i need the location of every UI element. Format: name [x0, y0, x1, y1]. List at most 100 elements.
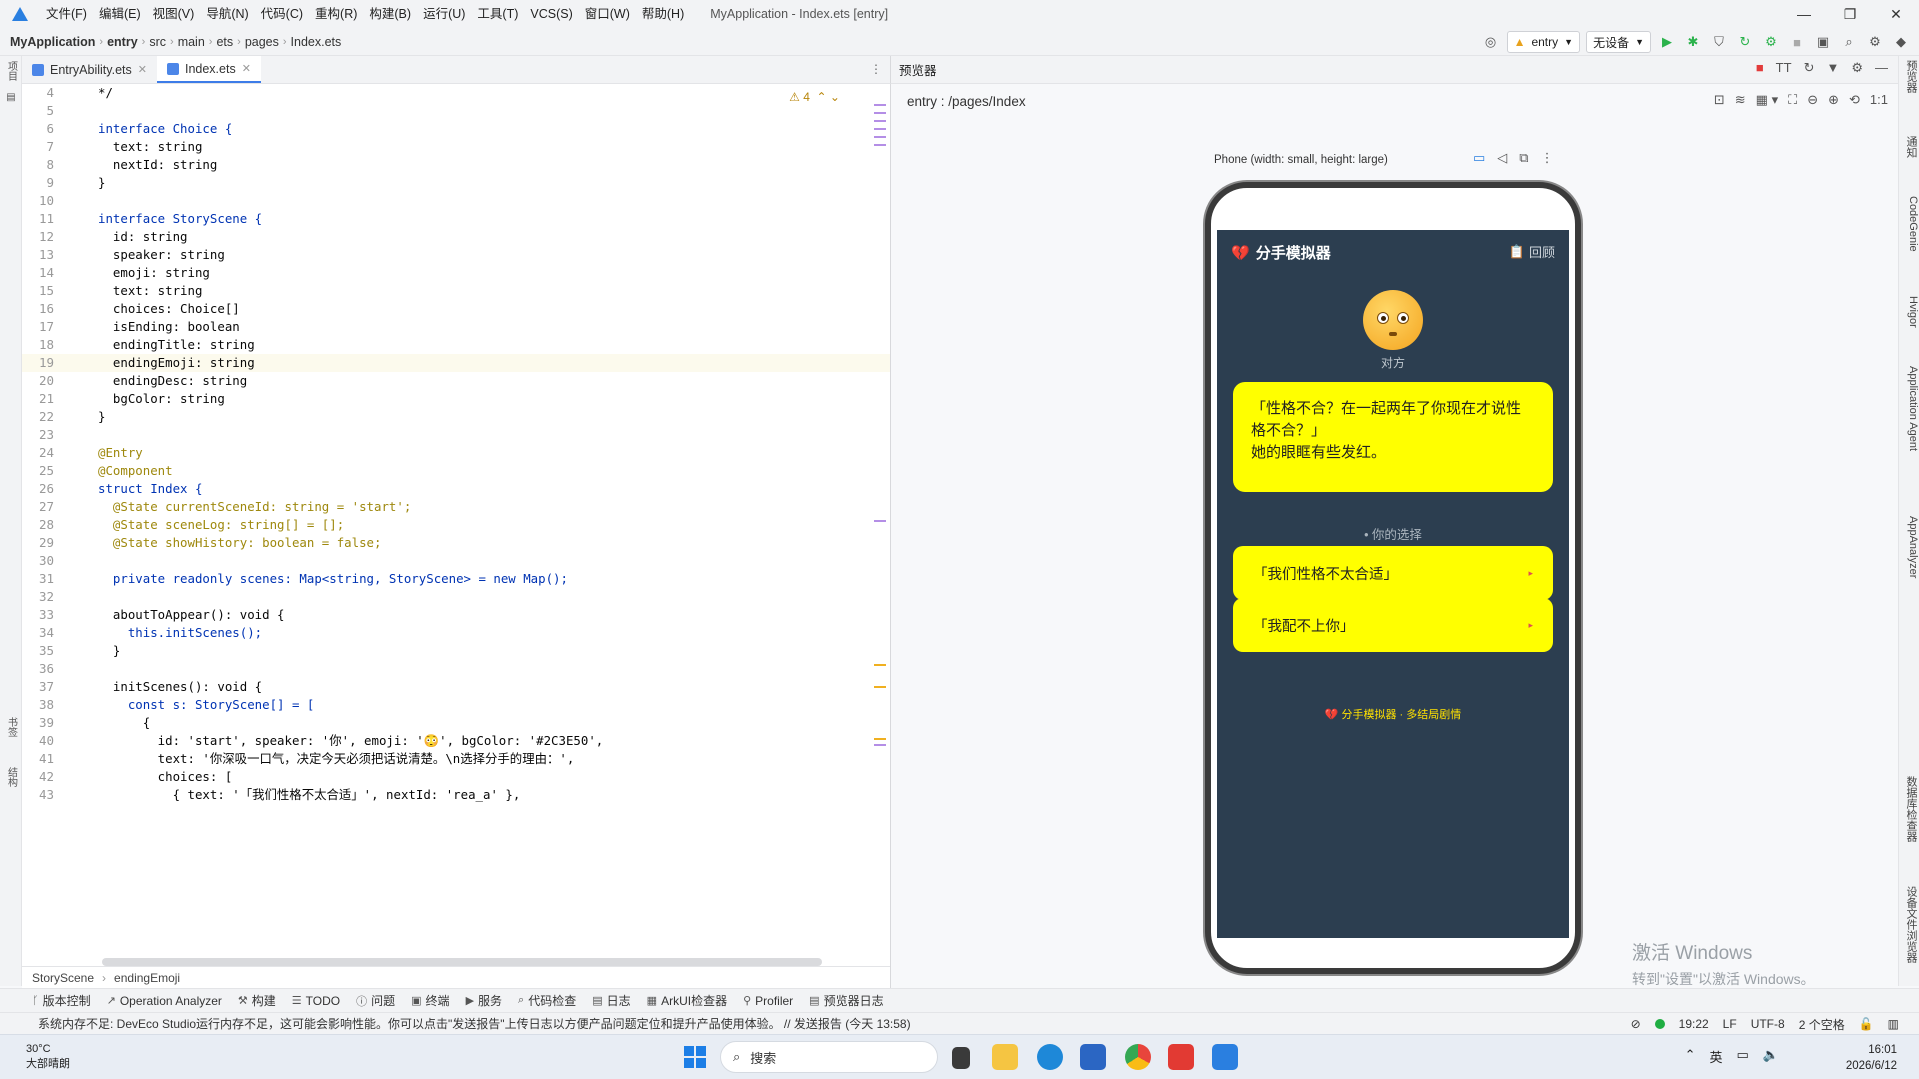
target-icon[interactable]: ◎	[1481, 32, 1501, 52]
breadcrumb-storyscene[interactable]: StoryScene	[32, 971, 94, 985]
code-line[interactable]: 27 @State currentSceneId: string = 'star…	[22, 498, 890, 516]
tool-problems[interactable]: ⓘ 问题	[356, 992, 395, 1009]
code-line[interactable]: 26 struct Index {	[22, 480, 890, 498]
project-tool-button[interactable]: 项目	[0, 60, 22, 82]
code-line[interactable]: 42 choices: [	[22, 768, 890, 786]
volume-icon[interactable]: 🔈	[1763, 1047, 1779, 1066]
file-explorer-icon[interactable]	[992, 1044, 1018, 1070]
right-tool-device-file-browser[interactable]: 设备文件浏览器	[1901, 886, 1919, 963]
rerun-icon[interactable]: ↻	[1735, 32, 1755, 52]
menu-file[interactable]: 文件(F)	[40, 0, 93, 28]
tab-index[interactable]: Index.ets ✕	[156, 56, 261, 83]
tool-operation-analyzer[interactable]: ↗ Operation Analyzer	[107, 994, 222, 1008]
tray-expand-icon[interactable]: ⌃	[1685, 1047, 1696, 1066]
menu-help[interactable]: 帮助(H)	[636, 0, 690, 28]
tool-version-control[interactable]: ᚴ 版本控制	[32, 992, 91, 1009]
plugin-icon[interactable]: ◆	[1891, 32, 1911, 52]
code-line[interactable]: 38 const s: StoryScene[] = [	[22, 696, 890, 714]
zoom-in-icon[interactable]: ⊕	[1828, 92, 1839, 108]
tool-terminal[interactable]: ▣ 终端	[411, 992, 449, 1009]
code-line[interactable]: 13 speaker: string	[22, 246, 890, 264]
code-line[interactable]: 21 bgColor: string	[22, 390, 890, 408]
code-line[interactable]: 39 {	[22, 714, 890, 732]
profile-icon[interactable]: ⚙	[1761, 32, 1781, 52]
code-line[interactable]: 11 interface StoryScene {	[22, 210, 890, 228]
code-line[interactable]: 37 initScenes(): void {	[22, 678, 890, 696]
code-line[interactable]: 19 endingEmoji: string	[22, 354, 890, 372]
code-line[interactable]: 33 aboutToAppear(): void {	[22, 606, 890, 624]
menu-view[interactable]: 视图(V)	[147, 0, 201, 28]
tool-services[interactable]: ▶ 服务	[466, 992, 502, 1009]
caret-position[interactable]: 19:22	[1679, 1017, 1709, 1031]
font-size-icon[interactable]: TT	[1776, 60, 1792, 76]
menu-refactor[interactable]: 重构(R)	[309, 0, 363, 28]
right-tool-codegenie[interactable]: CodeGenie	[1901, 196, 1919, 252]
memory-icon[interactable]: ▥	[1888, 1017, 1899, 1031]
right-tool-database-inspector[interactable]: 数据库检查器	[1901, 776, 1919, 842]
filter-icon[interactable]: ▼	[1826, 60, 1839, 76]
code-line[interactable]: 23	[22, 426, 890, 444]
search-icon[interactable]: ⌕	[1839, 32, 1859, 52]
wps-icon[interactable]	[1168, 1044, 1194, 1070]
rotate-device-icon[interactable]: ⧉	[1519, 150, 1528, 166]
rotate-icon[interactable]: ⟲	[1849, 92, 1860, 108]
code-line[interactable]: 41 text: '你深吸一口气，决定今天必须把话说清楚。\n选择分手的理由：'…	[22, 750, 890, 768]
zoom-out-icon[interactable]: ⊖	[1807, 92, 1818, 108]
tool-build[interactable]: ⚒ 构建	[238, 992, 276, 1009]
breadcrumb-ets[interactable]: ets	[212, 35, 237, 49]
code-line[interactable]: 5	[22, 102, 890, 120]
bookmarks-tool-button[interactable]: 书签	[0, 716, 22, 738]
start-button[interactable]	[684, 1046, 706, 1068]
close-tab-icon[interactable]: ✕	[242, 62, 251, 75]
code-line[interactable]: 4 */	[22, 84, 890, 102]
hide-icon[interactable]: —	[1875, 60, 1888, 76]
taskbar-clock[interactable]: 16:01 2026/6/12	[1846, 1042, 1897, 1074]
code-line[interactable]: 16 choices: Choice[]	[22, 300, 890, 318]
code-line[interactable]: 10	[22, 192, 890, 210]
code-line[interactable]: 35 }	[22, 642, 890, 660]
code-line[interactable]: 28 @State sceneLog: string[] = [];	[22, 516, 890, 534]
code-line[interactable]: 29 @State showHistory: boolean = false;	[22, 534, 890, 552]
menu-code[interactable]: 代码(C)	[255, 0, 309, 28]
network-icon[interactable]: ▭	[1737, 1047, 1749, 1066]
menu-build[interactable]: 构建(B)	[363, 0, 417, 28]
refresh-icon[interactable]: ↻	[1804, 60, 1815, 76]
tool-arkui-inspector[interactable]: ▦ ArkUI检查器	[647, 992, 727, 1009]
back-icon[interactable]: ◁	[1497, 150, 1507, 166]
debug-icon[interactable]: ✱	[1683, 32, 1703, 52]
breadcrumb-project[interactable]: MyApplication	[0, 35, 99, 49]
code-line[interactable]: 43 { text: '「我们性格不太合适」', nextId: 'rea_a'…	[22, 786, 890, 804]
code-line[interactable]: 7 text: string	[22, 138, 890, 156]
folder-icon[interactable]: ▤	[0, 86, 22, 108]
breadcrumb-main[interactable]: main	[174, 35, 209, 49]
code-line[interactable]: 24 @Entry	[22, 444, 890, 462]
choice-button-1[interactable]: 「我们性格不太合适」 ▸	[1233, 546, 1553, 600]
code-line[interactable]: 30	[22, 552, 890, 570]
code-line[interactable]: 40 id: 'start', speaker: '你', emoji: '😳'…	[22, 732, 890, 750]
code-line[interactable]: 12 id: string	[22, 228, 890, 246]
edge-browser-icon[interactable]	[1037, 1044, 1063, 1070]
code-line[interactable]: 17 isEnding: boolean	[22, 318, 890, 336]
device-manager-icon[interactable]: ▣	[1813, 32, 1833, 52]
weather-widget[interactable]: 30°C 大部晴朗	[26, 1042, 70, 1072]
minimize-button[interactable]: —	[1781, 0, 1827, 28]
code-line[interactable]: 8 nextId: string	[22, 156, 890, 174]
tool-log[interactable]: ▤ 日志	[592, 992, 630, 1009]
breadcrumb-module[interactable]: entry	[103, 35, 142, 49]
code-line[interactable]: 34 this.initScenes();	[22, 624, 890, 642]
tool-todo[interactable]: ☰ TODO	[292, 994, 340, 1008]
right-tool-notifications[interactable]: 通知	[1901, 136, 1919, 158]
right-tool-hvigor[interactable]: Hvigor	[1901, 296, 1919, 328]
indent-setting[interactable]: 2 个空格	[1799, 1016, 1845, 1033]
fit-screen-icon[interactable]: ⛶	[1788, 92, 1797, 108]
multi-device-icon[interactable]: ▦ ▾	[1756, 92, 1778, 108]
code-line[interactable]: 36	[22, 660, 890, 678]
horizontal-scrollbar[interactable]	[102, 958, 822, 966]
code-line[interactable]: 25 @Component	[22, 462, 890, 480]
menu-vcs[interactable]: VCS(S)	[524, 0, 578, 28]
code-line[interactable]: 15 text: string	[22, 282, 890, 300]
stop-preview-icon[interactable]: ■	[1756, 60, 1764, 76]
tool-code-inspection[interactable]: ⌕ 代码检查	[518, 992, 576, 1009]
code-editor[interactable]: ⚠ 4 ⌃ ⌄ 4 */5 6 interface Choice {7 text: s…	[22, 84, 890, 966]
line-separator[interactable]: LF	[1723, 1017, 1737, 1031]
